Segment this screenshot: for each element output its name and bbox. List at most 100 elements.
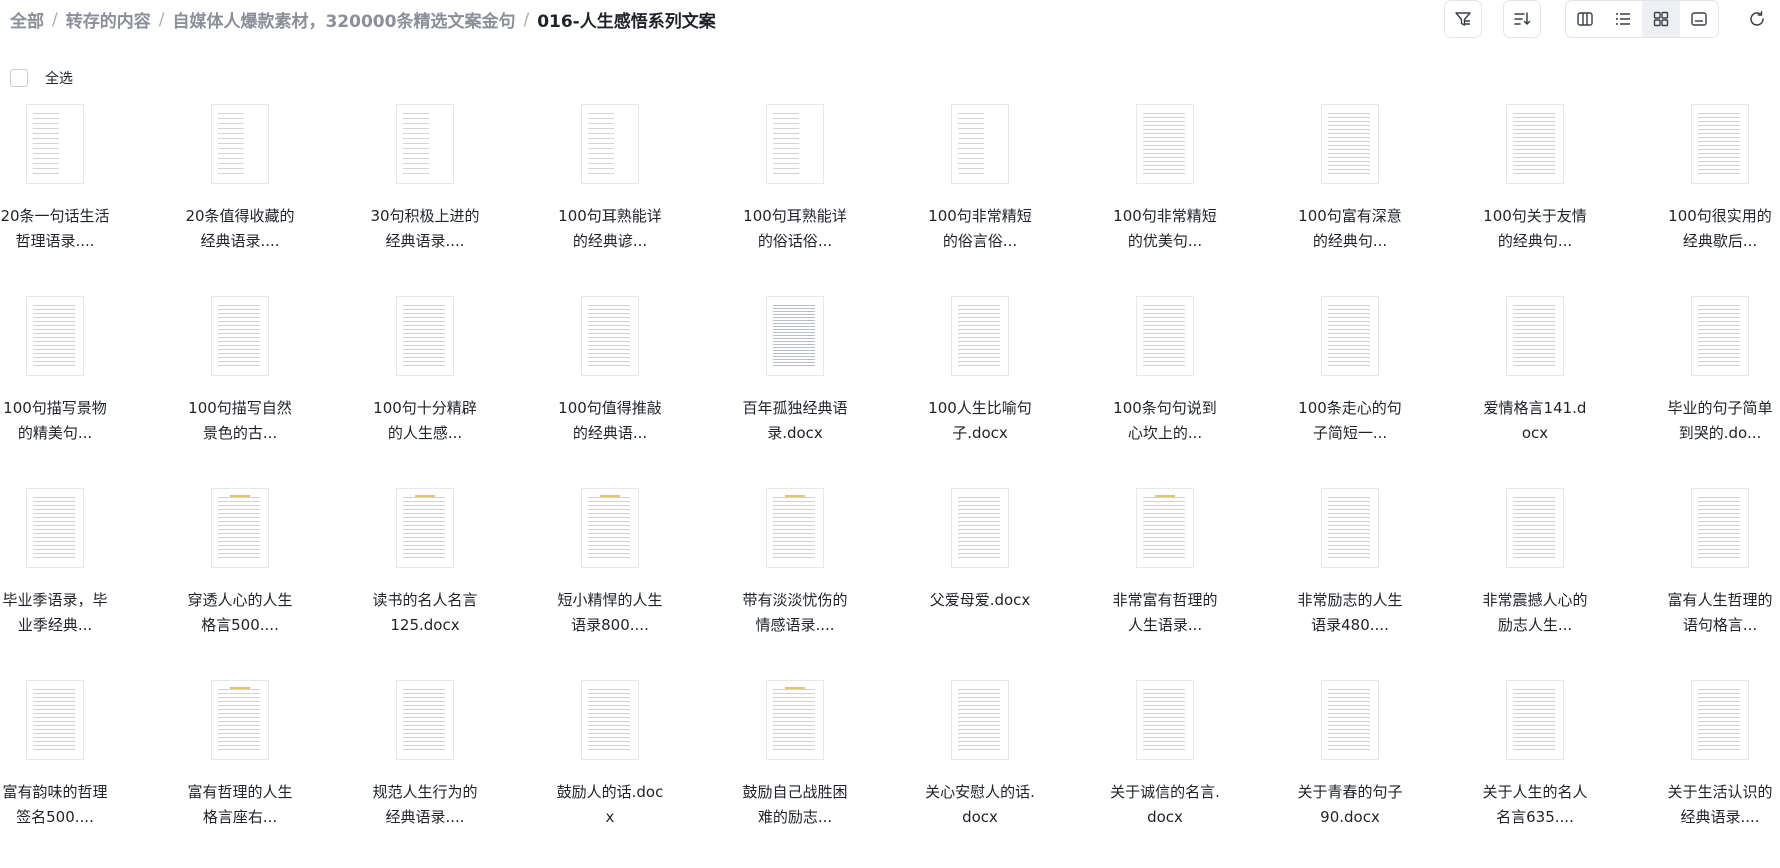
file-name[interactable]: 带有淡淡忧伤的情感语录....: [740, 588, 850, 638]
docx-thumbnail[interactable]: [1506, 104, 1564, 184]
docx-thumbnail[interactable]: [211, 488, 269, 568]
docx-thumbnail[interactable]: [211, 104, 269, 184]
file-item[interactable]: 读书的名人名言125.docx: [370, 484, 555, 676]
docx-thumbnail[interactable]: [1321, 488, 1379, 568]
file-item[interactable]: 100条句句说到心坎上的...: [1110, 292, 1295, 484]
docx-thumbnail[interactable]: [766, 296, 824, 376]
docx-thumbnail[interactable]: [1136, 680, 1194, 760]
file-name[interactable]: 100句非常精短的俗言俗...: [925, 204, 1035, 254]
filter-button[interactable]: [1444, 0, 1482, 38]
refresh-button[interactable]: [1738, 0, 1776, 38]
select-all[interactable]: 全选: [10, 68, 73, 88]
file-item[interactable]: 毕业的句子简单到哭的.do...: [1665, 292, 1780, 484]
file-item[interactable]: 百年孤独经典语录.docx: [740, 292, 925, 484]
file-item[interactable]: 100句耳熟能详的俗话俗...: [740, 100, 925, 292]
file-item[interactable]: 鼓励自己战胜困难的励志...: [740, 676, 925, 868]
docx-thumbnail[interactable]: [581, 104, 639, 184]
file-item[interactable]: 穿透人心的人生格言500....: [185, 484, 370, 676]
docx-thumbnail[interactable]: [1506, 680, 1564, 760]
docx-thumbnail[interactable]: [1506, 488, 1564, 568]
file-name[interactable]: 短小精悍的人生语录800....: [555, 588, 665, 638]
file-name[interactable]: 100句值得推敲的经典语...: [555, 396, 665, 446]
file-name[interactable]: 百年孤独经典语录.docx: [740, 396, 850, 446]
file-name[interactable]: 100句描写景物的精美句...: [0, 396, 110, 446]
docx-thumbnail[interactable]: [581, 488, 639, 568]
docx-thumbnail[interactable]: [1691, 488, 1749, 568]
docx-thumbnail[interactable]: [766, 680, 824, 760]
file-item[interactable]: 富有韵味的哲理签名500....: [0, 676, 185, 868]
file-name[interactable]: 100句十分精辟的人生感...: [370, 396, 480, 446]
file-item[interactable]: 关心安慰人的话.docx: [925, 676, 1110, 868]
docx-thumbnail[interactable]: [1321, 296, 1379, 376]
file-item[interactable]: 非常震撼人心的励志人生...: [1480, 484, 1665, 676]
card-view-button[interactable]: [1680, 1, 1718, 37]
file-name[interactable]: 毕业的句子简单到哭的.do...: [1665, 396, 1775, 446]
file-name[interactable]: 100人生比喻句子.docx: [925, 396, 1035, 446]
docx-thumbnail[interactable]: [766, 488, 824, 568]
file-name[interactable]: 非常励志的人生语录480....: [1295, 588, 1405, 638]
file-item[interactable]: 规范人生行为的经典语录....: [370, 676, 555, 868]
file-item[interactable]: 100句很实用的经典歇后...: [1665, 100, 1780, 292]
docx-thumbnail[interactable]: [951, 488, 1009, 568]
file-name[interactable]: 读书的名人名言125.docx: [370, 588, 480, 638]
file-item[interactable]: 父爱母爱.docx: [925, 484, 1110, 676]
file-item[interactable]: 100条走心的句子简短一...: [1295, 292, 1480, 484]
file-item[interactable]: 30句积极上进的经典语录....: [370, 100, 555, 292]
file-item[interactable]: 关于生活认识的经典语录....: [1665, 676, 1780, 868]
breadcrumb-item-folder[interactable]: 自媒体人爆款素材，320000条精选文案金句: [172, 7, 515, 32]
file-name[interactable]: 20条一句话生活哲理语录....: [0, 204, 110, 254]
file-name[interactable]: 鼓励自己战胜困难的励志...: [740, 780, 850, 830]
file-item[interactable]: 20条一句话生活哲理语录....: [0, 100, 185, 292]
file-name[interactable]: 100句很实用的经典歇后...: [1665, 204, 1775, 254]
file-name[interactable]: 规范人生行为的经典语录....: [370, 780, 480, 830]
file-name[interactable]: 100句关于友情的经典句...: [1480, 204, 1590, 254]
file-item[interactable]: 短小精悍的人生语录800....: [555, 484, 740, 676]
file-item[interactable]: 100句非常精短的俗言俗...: [925, 100, 1110, 292]
file-item[interactable]: 100句富有深意的经典句...: [1295, 100, 1480, 292]
file-item[interactable]: 爱情格言141.docx: [1480, 292, 1665, 484]
sort-button[interactable]: [1503, 0, 1541, 38]
file-name[interactable]: 关于人生的名人名言635....: [1480, 780, 1590, 830]
file-item[interactable]: 关于人生的名人名言635....: [1480, 676, 1665, 868]
file-name[interactable]: 100句耳熟能详的经典谚...: [555, 204, 665, 254]
docx-thumbnail[interactable]: [1136, 488, 1194, 568]
docx-thumbnail[interactable]: [26, 296, 84, 376]
docx-thumbnail[interactable]: [1321, 104, 1379, 184]
file-item[interactable]: 100句关于友情的经典句...: [1480, 100, 1665, 292]
file-item[interactable]: 鼓励人的话.docx: [555, 676, 740, 868]
file-item[interactable]: 富有人生哲理的语句格言...: [1665, 484, 1780, 676]
list-view-button[interactable]: [1604, 1, 1642, 37]
file-name[interactable]: 穿透人心的人生格言500....: [185, 588, 295, 638]
file-name[interactable]: 30句积极上进的经典语录....: [370, 204, 480, 254]
docx-thumbnail[interactable]: [26, 104, 84, 184]
docx-thumbnail[interactable]: [26, 488, 84, 568]
file-name[interactable]: 关心安慰人的话.docx: [925, 780, 1035, 830]
file-name[interactable]: 非常震撼人心的励志人生...: [1480, 588, 1590, 638]
file-item[interactable]: 100句描写自然景色的古...: [185, 292, 370, 484]
file-name[interactable]: 100句描写自然景色的古...: [185, 396, 295, 446]
file-item[interactable]: 100人生比喻句子.docx: [925, 292, 1110, 484]
file-name[interactable]: 100句非常精短的优美句...: [1110, 204, 1220, 254]
file-item[interactable]: 关于诚信的名言.docx: [1110, 676, 1295, 868]
file-name[interactable]: 毕业季语录，毕业季经典...: [0, 588, 110, 638]
docx-thumbnail[interactable]: [396, 104, 454, 184]
file-name[interactable]: 20条值得收藏的经典语录....: [185, 204, 295, 254]
file-name[interactable]: 100句耳熟能详的俗话俗...: [740, 204, 850, 254]
file-item[interactable]: 100句值得推敲的经典语...: [555, 292, 740, 484]
file-name[interactable]: 关于生活认识的经典语录....: [1665, 780, 1775, 830]
file-name[interactable]: 关于青春的句子90.docx: [1295, 780, 1405, 830]
file-item[interactable]: 100句描写景物的精美句...: [0, 292, 185, 484]
file-name[interactable]: 富有人生哲理的语句格言...: [1665, 588, 1775, 638]
file-item[interactable]: 100句耳熟能详的经典谚...: [555, 100, 740, 292]
docx-thumbnail[interactable]: [396, 680, 454, 760]
breadcrumb-item-all[interactable]: 全部: [10, 7, 44, 32]
docx-thumbnail[interactable]: [396, 488, 454, 568]
file-name[interactable]: 100条句句说到心坎上的...: [1110, 396, 1220, 446]
docx-thumbnail[interactable]: [1691, 104, 1749, 184]
docx-thumbnail[interactable]: [951, 680, 1009, 760]
file-name[interactable]: 100句富有深意的经典句...: [1295, 204, 1405, 254]
file-name[interactable]: 鼓励人的话.docx: [555, 780, 665, 830]
docx-thumbnail[interactable]: [581, 680, 639, 760]
docx-thumbnail[interactable]: [951, 296, 1009, 376]
docx-thumbnail[interactable]: [1691, 296, 1749, 376]
